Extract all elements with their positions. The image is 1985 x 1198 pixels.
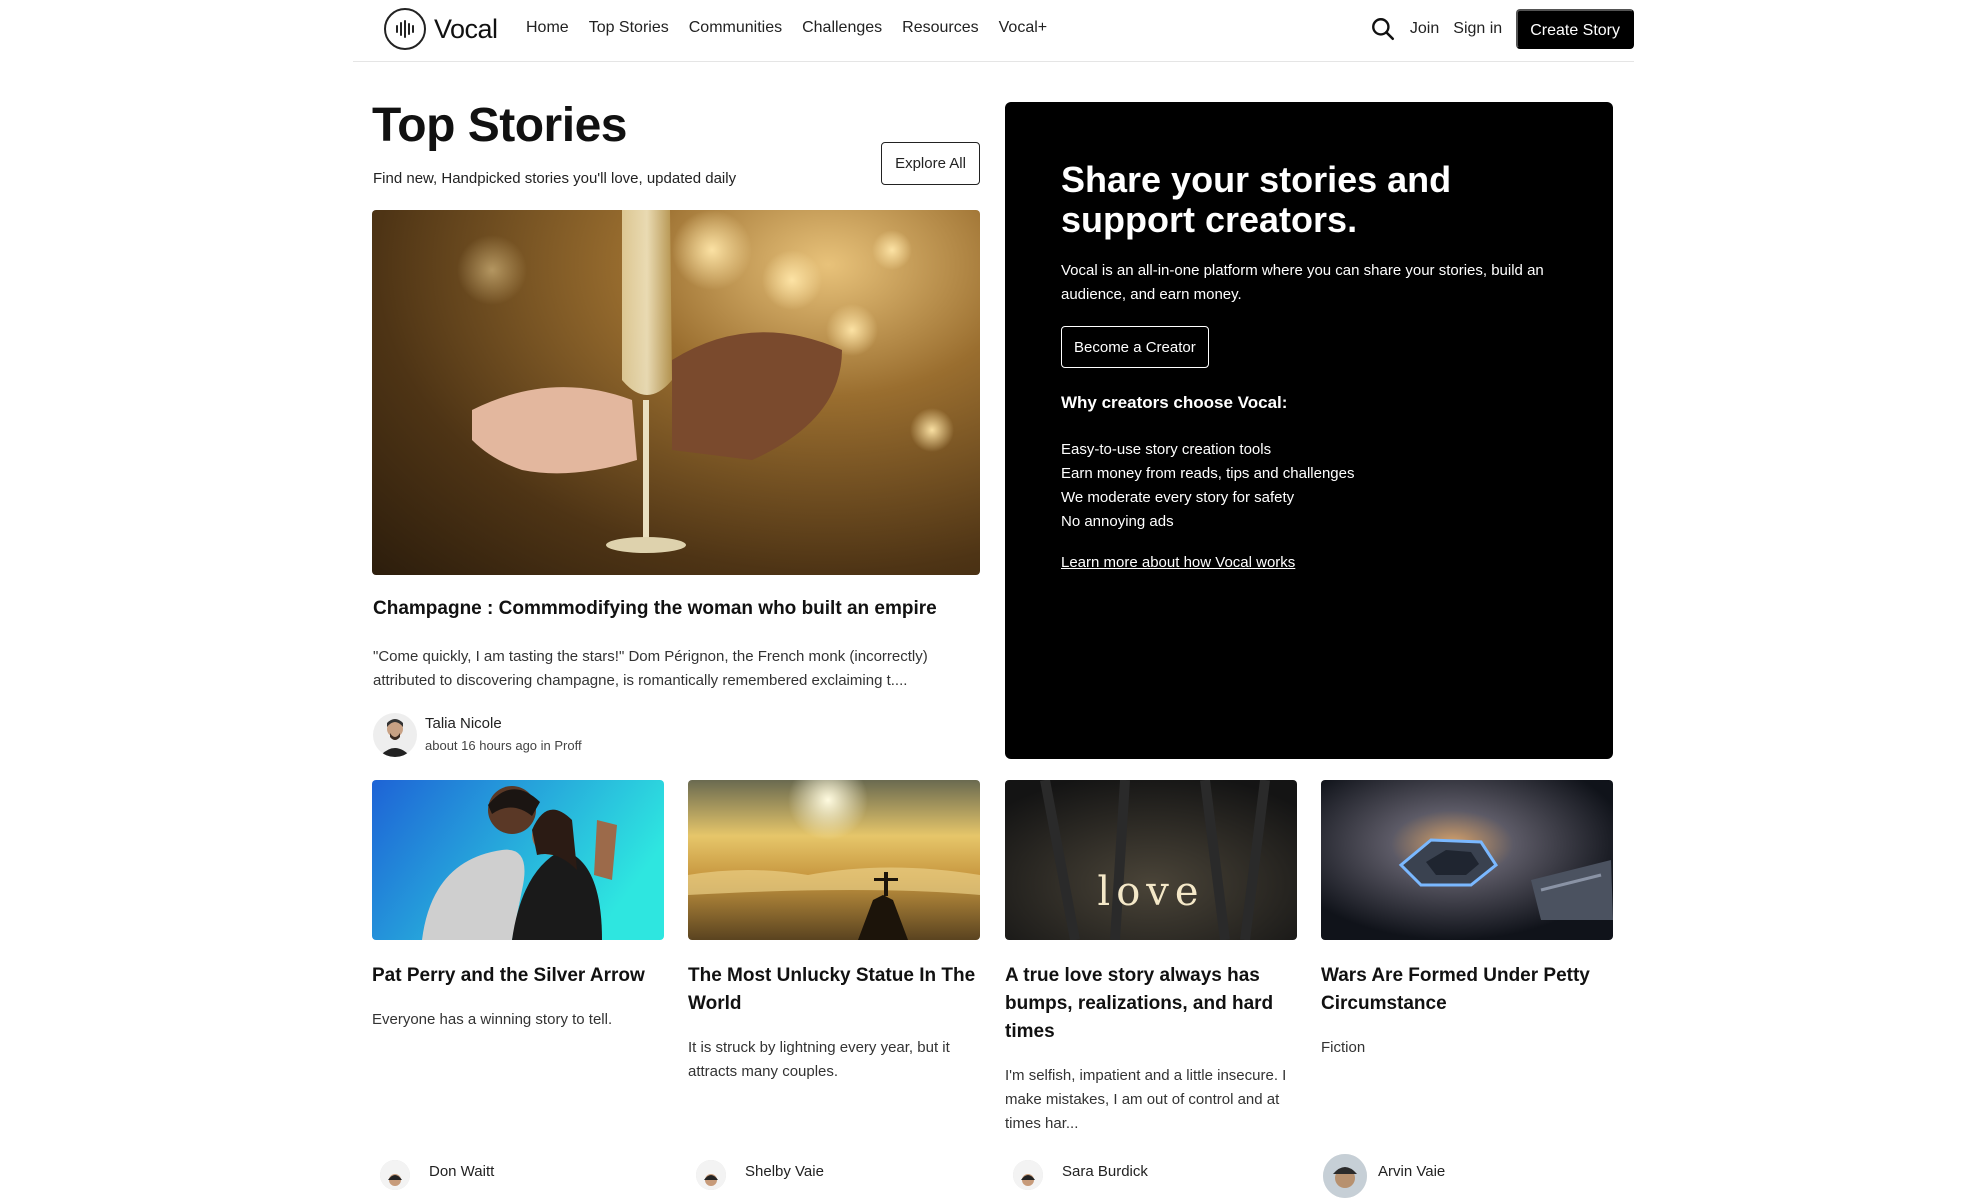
promo-reason: Earn money from reads, tips and challeng…	[1061, 465, 1355, 482]
create-story-button[interactable]: Create Story	[1516, 9, 1634, 49]
search-icon[interactable]	[1370, 16, 1396, 42]
nav-link-resources[interactable]: Resources	[902, 19, 978, 37]
story-card-image[interactable]	[372, 780, 664, 940]
nav-link-vocal-plus[interactable]: Vocal+	[999, 19, 1047, 37]
author-avatar[interactable]	[1013, 1160, 1043, 1190]
featured-story-excerpt: "Come quickly, I am tasting the stars!" …	[373, 648, 928, 689]
featured-story-title[interactable]: Champagne : Commmodifying the woman who …	[373, 598, 937, 620]
author-avatar[interactable]	[696, 1160, 726, 1190]
story-card-author[interactable]: Arvin Vaie	[1378, 1163, 1445, 1180]
nav-links: Home Top Stories Communities Challenges …	[526, 19, 1047, 37]
author-avatar[interactable]	[373, 713, 417, 757]
story-card-title[interactable]: A true love story always has bumps, real…	[1005, 962, 1297, 1046]
page-title: Top Stories	[372, 99, 627, 152]
join-link[interactable]: Join	[1410, 20, 1439, 38]
story-card[interactable]: Wars Are Formed Under Petty Circumstance…	[1321, 780, 1613, 1198]
story-card-author[interactable]: Shelby Vaie	[745, 1163, 824, 1180]
author-avatar[interactable]	[1323, 1154, 1367, 1198]
story-card-author[interactable]: Don Waitt	[429, 1163, 494, 1180]
story-card[interactable]: Pat Perry and the Silver Arrow Everyone …	[372, 780, 664, 1190]
story-card-title[interactable]: The Most Unlucky Statue In The World	[688, 962, 980, 1018]
champagne-illustration	[457, 210, 954, 553]
page-subtitle: Find new, Handpicked stories you'll love…	[373, 170, 737, 187]
story-card[interactable]: love A true love story always has bumps,…	[1005, 780, 1297, 1190]
nav-link-communities[interactable]: Communities	[689, 19, 782, 37]
story-card-excerpt: I'm selfish, impatient and a little inse…	[1005, 1067, 1287, 1132]
story-card[interactable]: The Most Unlucky Statue In The World It …	[688, 780, 980, 1190]
promo-title: Share your stories and support creators.	[1061, 159, 1452, 240]
story-card-image[interactable]: love	[1005, 780, 1297, 940]
logo-wave-icon	[384, 8, 426, 50]
story-card-excerpt: Fiction	[1321, 1039, 1366, 1056]
nav-link-home[interactable]: Home	[526, 19, 569, 37]
featured-story-meta: about 16 hours ago in Proff	[425, 738, 582, 753]
creator-promo-panel: Share your stories and support creators.…	[1005, 102, 1613, 759]
promo-reason: Easy-to-use story creation tools	[1061, 441, 1272, 458]
learn-more-link[interactable]: Learn more about how Vocal works	[1061, 554, 1295, 571]
story-card-image[interactable]	[688, 780, 980, 940]
promo-reason: We moderate every story for safety	[1061, 489, 1295, 506]
nav-actions: Join Sign in Create Story	[1370, 9, 1634, 49]
promo-reason: No annoying ads	[1061, 513, 1174, 530]
featured-author-name[interactable]: Talia Nicole	[425, 715, 502, 732]
logo-text: Vocal	[434, 13, 498, 44]
story-card-excerpt: Everyone has a winning story to tell.	[372, 1011, 613, 1028]
promo-description: Vocal is an all-in-one platform where yo…	[1061, 262, 1544, 303]
story-card-image[interactable]	[1321, 780, 1613, 940]
author-avatar[interactable]	[380, 1160, 410, 1190]
nav-link-challenges[interactable]: Challenges	[802, 19, 882, 37]
promo-reasons-list: Easy-to-use story creation tools Earn mo…	[1061, 438, 1355, 534]
vocal-logo[interactable]: Vocal	[384, 8, 498, 50]
sign-in-link[interactable]: Sign in	[1453, 20, 1502, 38]
love-sign-text: love	[1097, 869, 1204, 915]
story-card-excerpt: It is struck by lightning every year, bu…	[688, 1039, 950, 1080]
story-card-author[interactable]: Sara Burdick	[1062, 1163, 1148, 1180]
become-creator-button[interactable]: Become a Creator	[1061, 326, 1209, 368]
promo-why-heading: Why creators choose Vocal:	[1061, 393, 1288, 412]
explore-all-button[interactable]: Explore All	[881, 142, 980, 185]
story-card-title[interactable]: Wars Are Formed Under Petty Circumstance	[1321, 962, 1613, 1018]
story-card-title[interactable]: Pat Perry and the Silver Arrow	[372, 962, 664, 990]
top-nav: Vocal Home Top Stories Communities Chall…	[353, 0, 1634, 62]
featured-story-image[interactable]	[372, 210, 980, 575]
nav-link-top-stories[interactable]: Top Stories	[589, 19, 669, 37]
